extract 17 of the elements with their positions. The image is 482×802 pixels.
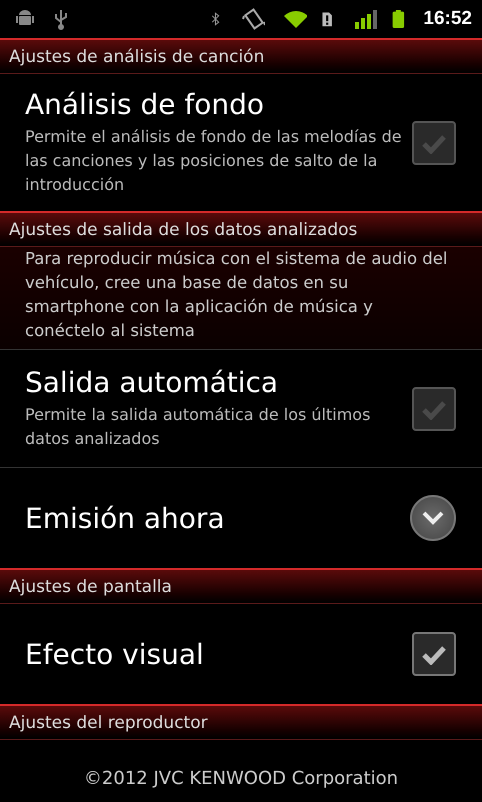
vibrate-icon bbox=[239, 8, 266, 30]
section-header: Ajustes de análisis de canción bbox=[0, 38, 482, 74]
expand-button[interactable] bbox=[410, 495, 456, 541]
section-header: Ajustes de salida de los datos analizados bbox=[0, 211, 482, 247]
copyright-text: ©2012 JVC KENWOOD Corporation bbox=[84, 768, 398, 789]
checkbox[interactable] bbox=[412, 632, 456, 676]
setting-summary: Permite el análisis de fondo de las melodías de las canciones y las posiciones de salto de la introducción bbox=[25, 126, 403, 196]
setting-title: Emisión ahora bbox=[25, 502, 226, 534]
setting-title: Salida automática bbox=[25, 366, 280, 399]
section-description: Para reproducir música con el sistema de audio del vehículo, cree una base de datos en su smartphone con la aplicación de música y conéctelo al sistema bbox=[0, 247, 482, 350]
setting-summary: Permite la salida automática de los últimos datos analizados bbox=[25, 404, 372, 450]
setting-title: Efecto visual bbox=[25, 638, 205, 670]
chevron-down-icon bbox=[421, 510, 445, 526]
section-header: Ajustes del reproductor bbox=[0, 704, 482, 740]
section-header: Ajustes de pantalla bbox=[0, 568, 482, 604]
clock: 16:52 bbox=[423, 8, 472, 30]
setting-title: Análisis de fondo bbox=[25, 88, 266, 121]
